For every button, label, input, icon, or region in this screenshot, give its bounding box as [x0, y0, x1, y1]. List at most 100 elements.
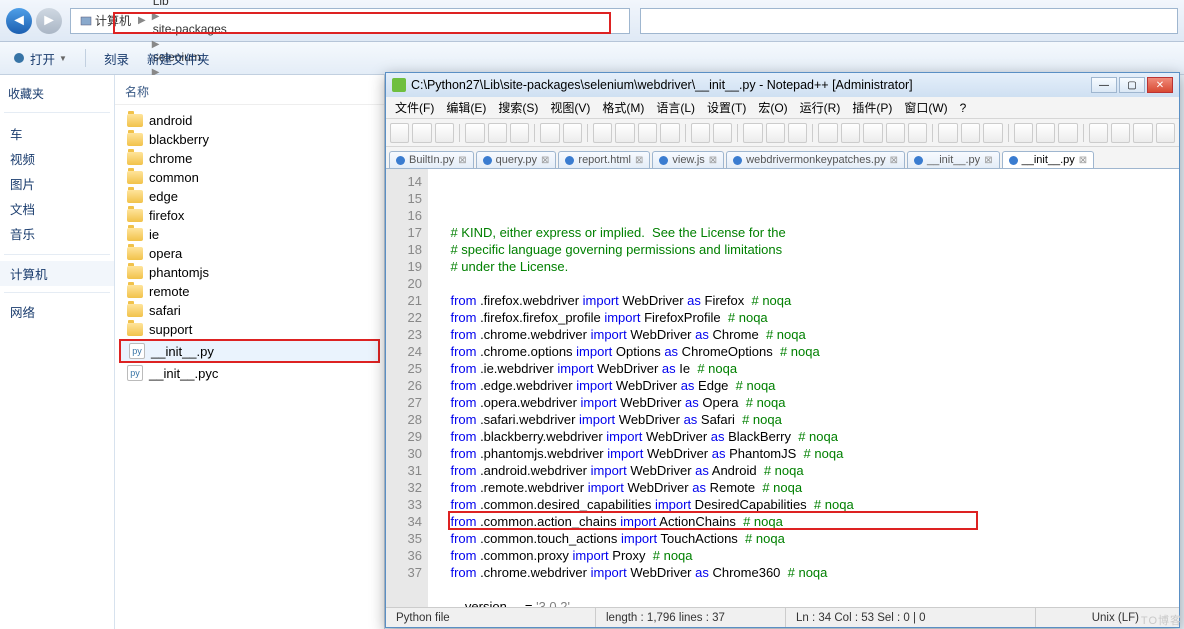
code-line[interactable]: from .chrome.webdriver import WebDriver … [436, 564, 1179, 581]
toolbar-button[interactable] [540, 123, 559, 143]
toolbar-button[interactable] [961, 123, 980, 143]
close-button[interactable]: ✕ [1147, 77, 1173, 93]
code-line[interactable]: from .firefox.firefox_profile import Fir… [436, 309, 1179, 326]
code-line[interactable]: from .blackberry.webdriver import WebDri… [436, 428, 1179, 445]
open-button[interactable]: 打开 ▼ [12, 49, 67, 68]
menu-item[interactable]: 格式(M) [597, 98, 649, 117]
folder-item[interactable]: safari [119, 301, 380, 320]
menu-item[interactable]: 窗口(W) [899, 98, 952, 117]
toolbar-button[interactable] [638, 123, 657, 143]
folder-item[interactable]: support [119, 320, 380, 339]
toolbar-button[interactable] [510, 123, 529, 143]
burn-button[interactable]: 刻录 [104, 49, 129, 68]
folder-item[interactable]: edge [119, 187, 380, 206]
toolbar-button[interactable] [660, 123, 679, 143]
window-titlebar[interactable]: C:\Python27\Lib\site-packages\selenium\w… [386, 73, 1179, 97]
sidebar-item[interactable]: 音乐 [0, 221, 114, 246]
breadcrumb-segment[interactable]: site-packages [149, 22, 231, 36]
toolbar-button[interactable] [841, 123, 860, 143]
nav-back-button[interactable]: ◄ [6, 8, 32, 34]
code-area[interactable]: # KIND, either express or implied. See t… [428, 169, 1179, 607]
sidebar-item[interactable]: 图片 [0, 171, 114, 196]
minimize-button[interactable]: — [1091, 77, 1117, 93]
toolbar-button[interactable] [713, 123, 732, 143]
toolbar-button[interactable] [1133, 123, 1152, 143]
tab-close-icon[interactable]: ⊠ [635, 155, 643, 166]
menu-item[interactable]: 运行(R) [795, 98, 846, 117]
tab-close-icon[interactable]: ⊠ [541, 155, 549, 166]
sidebar-item[interactable]: 文档 [0, 196, 114, 221]
file-item[interactable]: py__init__.pyc [119, 363, 380, 383]
toolbar-button[interactable] [465, 123, 484, 143]
toolbar-button[interactable] [1111, 123, 1130, 143]
breadcrumb-segment[interactable]: Lib [149, 0, 231, 8]
toolbar-button[interactable] [435, 123, 454, 143]
toolbar-button[interactable] [743, 123, 762, 143]
toolbar-button[interactable] [615, 123, 634, 143]
editor-tab[interactable]: BuiltIn.py⊠ [389, 151, 474, 168]
sidebar-item[interactable]: 车 [0, 121, 114, 146]
tab-close-icon[interactable]: ⊠ [709, 155, 717, 166]
toolbar-button[interactable] [488, 123, 507, 143]
toolbar-button[interactable] [908, 123, 927, 143]
code-line[interactable]: # specific language governing permission… [436, 241, 1179, 258]
toolbar-button[interactable] [983, 123, 1002, 143]
code-line[interactable]: from .edge.webdriver import WebDriver as… [436, 377, 1179, 394]
explorer-search-input[interactable] [640, 8, 1178, 34]
breadcrumb-box[interactable]: 计算机 ▶ 本地磁盘 (C:)▶Python27▶Lib▶site-packag… [70, 8, 630, 34]
folder-item[interactable]: opera [119, 244, 380, 263]
code-line[interactable]: from .chrome.webdriver import WebDriver … [436, 326, 1179, 343]
editor-tab[interactable]: __init__.py⊠ [1002, 151, 1095, 168]
sidebar-item-network[interactable]: 网络 [0, 299, 114, 324]
toolbar-button[interactable] [886, 123, 905, 143]
folder-item[interactable]: blackberry [119, 130, 380, 149]
toolbar-button[interactable] [1089, 123, 1108, 143]
toolbar-button[interactable] [818, 123, 837, 143]
toolbar-button[interactable] [938, 123, 957, 143]
menu-item[interactable]: 宏(O) [753, 98, 792, 117]
toolbar-button[interactable] [593, 123, 612, 143]
breadcrumb-root[interactable]: 计算机 [75, 12, 135, 29]
folder-item[interactable]: ie [119, 225, 380, 244]
editor-tab[interactable]: report.html⊠ [558, 151, 650, 168]
toolbar-button[interactable] [563, 123, 582, 143]
folder-item[interactable]: chrome [119, 149, 380, 168]
code-line[interactable]: from .ie.webdriver import WebDriver as I… [436, 360, 1179, 377]
folder-item[interactable]: phantomjs [119, 263, 380, 282]
toolbar-button[interactable] [412, 123, 431, 143]
new-folder-button[interactable]: 新建文件夹 [147, 49, 210, 68]
code-line[interactable]: from .android.webdriver import WebDriver… [436, 462, 1179, 479]
menu-item[interactable]: 插件(P) [847, 98, 897, 117]
menu-item[interactable]: 编辑(E) [441, 98, 491, 117]
menu-item[interactable]: 语言(L) [651, 98, 700, 117]
toolbar-button[interactable] [1058, 123, 1077, 143]
code-line[interactable]: from .firefox.webdriver import WebDriver… [436, 292, 1179, 309]
code-line[interactable]: __version__ = '3.0.2' [436, 598, 1179, 607]
code-line[interactable]: from .safari.webdriver import WebDriver … [436, 411, 1179, 428]
sidebar-item-computer[interactable]: 计算机 [0, 261, 114, 286]
code-line[interactable] [436, 275, 1179, 292]
toolbar-button[interactable] [390, 123, 409, 143]
editor-tab[interactable]: __init__.py⊠ [907, 151, 1000, 168]
toolbar-button[interactable] [766, 123, 785, 143]
toolbar-button[interactable] [863, 123, 882, 143]
folder-item[interactable]: firefox [119, 206, 380, 225]
code-line[interactable]: from .common.action_chains import Action… [436, 513, 1179, 530]
editor-tab[interactable]: view.js⊠ [652, 151, 724, 168]
code-line[interactable]: from .opera.webdriver import WebDriver a… [436, 394, 1179, 411]
code-line[interactable]: from .remote.webdriver import WebDriver … [436, 479, 1179, 496]
toolbar-button[interactable] [1036, 123, 1055, 143]
sidebar-favorites-header[interactable]: 收藏夹 [0, 81, 114, 106]
menu-item[interactable]: ? [955, 100, 972, 116]
tab-close-icon[interactable]: ⊠ [458, 155, 466, 166]
toolbar-button[interactable] [788, 123, 807, 143]
tab-close-icon[interactable]: ⊠ [890, 155, 898, 166]
tab-close-icon[interactable]: ⊠ [984, 155, 992, 166]
sidebar-item[interactable]: 视频 [0, 146, 114, 171]
nav-forward-button[interactable]: ► [36, 8, 62, 34]
editor-tab[interactable]: webdrivermonkeypatches.py⊠ [726, 151, 905, 168]
code-line[interactable]: from .common.touch_actions import TouchA… [436, 530, 1179, 547]
tab-close-icon[interactable]: ⊠ [1079, 155, 1087, 166]
code-line[interactable]: from .common.desired_capabilities import… [436, 496, 1179, 513]
menu-item[interactable]: 设置(T) [702, 98, 751, 117]
